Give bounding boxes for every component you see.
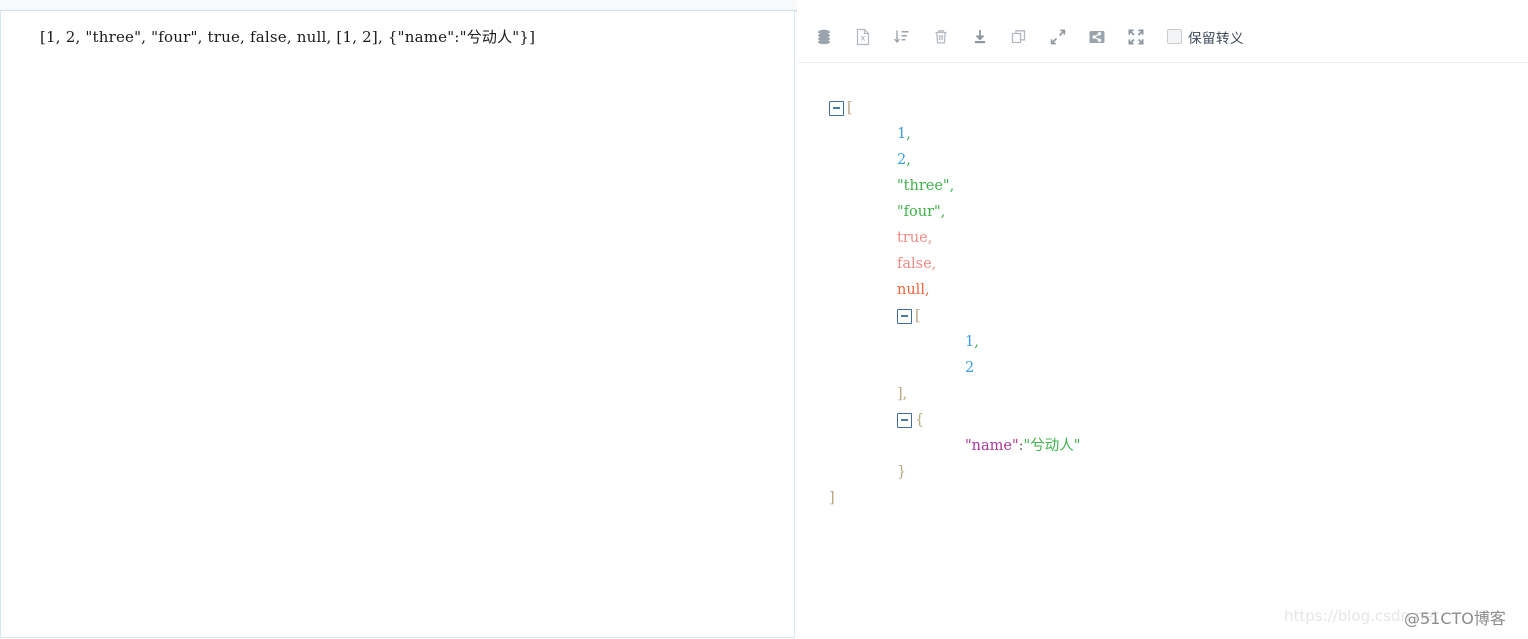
tree-row-item-4: true,: [829, 225, 1528, 251]
tree-row-item-0: 1,: [829, 121, 1528, 147]
value-boolean: true: [897, 230, 928, 246]
comma: ,: [906, 126, 911, 142]
comma: ,: [949, 178, 955, 194]
collapse-icon[interactable]: [1048, 27, 1068, 47]
viewer-toolbar: x 保留转义: [797, 11, 1528, 63]
tree-row-nested-array-close: ],: [829, 381, 1528, 407]
bracket-open: [: [915, 308, 921, 324]
comma: ,: [927, 230, 933, 246]
brace-open: {: [915, 412, 925, 428]
tree-row-item-6: null,: [829, 277, 1528, 303]
bracket-open: [: [847, 100, 853, 116]
keep-escape-label: 保留转义: [1188, 30, 1244, 47]
bracket-close: ]: [829, 490, 835, 506]
value-string: "three": [897, 178, 950, 194]
comma: ,: [906, 152, 911, 168]
value-number: 2: [965, 360, 975, 376]
comma: ,: [940, 204, 946, 220]
tree-row-nested-array-open[interactable]: [: [829, 303, 1528, 329]
object-value: "兮动人": [1023, 438, 1081, 454]
sort-descending-icon[interactable]: [892, 27, 912, 47]
tree-row-root-close: ]: [829, 485, 1528, 511]
comma: ,: [924, 282, 930, 298]
tree-row-nested-object-open[interactable]: {: [829, 407, 1528, 433]
trash-icon[interactable]: [931, 27, 951, 47]
tree-row-nested-item-0: 1,: [829, 329, 1528, 355]
tree-row-item-3: "four",: [829, 199, 1528, 225]
share-icon[interactable]: [1087, 27, 1107, 47]
collapse-toggle-icon[interactable]: [897, 308, 912, 324]
tree-row-root-open[interactable]: [: [829, 95, 1528, 121]
value-number: 1: [965, 334, 975, 350]
comma: ,: [902, 386, 908, 402]
value-string: "four": [897, 204, 941, 220]
collapse-toggle-icon[interactable]: [829, 100, 844, 116]
value-number: 1: [897, 126, 907, 142]
keep-escape-box[interactable]: [1167, 29, 1182, 44]
json-input-text[interactable]: [1, 2, "three", "four", true, false, nul…: [40, 27, 535, 47]
value-number: 2: [897, 152, 907, 168]
tree-row-item-5: false,: [829, 251, 1528, 277]
json-input-panel[interactable]: [1, 2, "three", "four", true, false, nul…: [0, 11, 795, 638]
value-boolean: false: [897, 256, 932, 272]
comma: ,: [974, 334, 979, 350]
download-icon[interactable]: [970, 27, 990, 47]
brace-close: }: [897, 464, 907, 480]
tree-row-nested-item-1: 2: [829, 355, 1528, 381]
collapse-toggle-icon[interactable]: [897, 412, 912, 428]
tree-row-item-2: "three",: [829, 173, 1528, 199]
database-icon[interactable]: [814, 27, 834, 47]
tree-row-item-1: 2,: [829, 147, 1528, 173]
json-input-area[interactable]: [1, 2, "three", "four", true, false, nul…: [1, 11, 794, 637]
tree-row-object-pair: "name": "兮动人": [829, 433, 1528, 459]
value-null: null: [897, 282, 925, 298]
json-viewer-panel: x 保留转义 [1 , 2 , "three" , "four" , true…: [797, 11, 1528, 639]
tree-row-nested-object-close: }: [829, 459, 1528, 485]
object-key: "name": [965, 438, 1019, 454]
comma: ,: [931, 256, 937, 272]
expand-fullscreen-icon[interactable]: [1126, 27, 1146, 47]
svg-text:x: x: [861, 33, 866, 42]
json-tree-view: [ 1, 2, "three", "four", true, false, nu…: [797, 63, 1528, 639]
keep-escape-checkbox[interactable]: 保留转义: [1167, 27, 1244, 47]
copy-icon[interactable]: [1009, 27, 1029, 47]
excel-file-icon[interactable]: x: [853, 27, 873, 47]
